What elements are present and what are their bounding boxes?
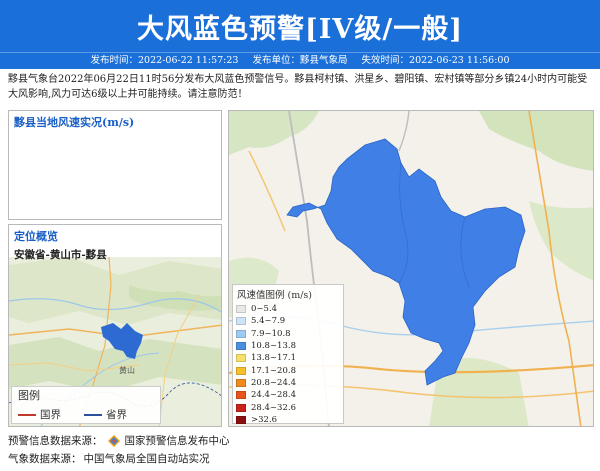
wind-scale-swatch bbox=[236, 354, 246, 363]
wind-scale-swatch bbox=[236, 366, 246, 375]
legend-province-border: 省界 bbox=[84, 407, 127, 422]
weather-source-label: 气象数据来源： bbox=[8, 453, 82, 465]
location-path: 安徽省-黄山市-黟县 bbox=[14, 249, 107, 261]
expire-time-value: 2022-06-23 11:56:00 bbox=[409, 55, 510, 66]
warning-source-row: 预警信息数据来源： 国家预警信息发布中心 bbox=[8, 432, 230, 450]
province-border-line-icon bbox=[84, 413, 102, 416]
wind-scale-item: 7.9~10.8 bbox=[233, 328, 343, 340]
wind-scale-item: 20.8~24.4 bbox=[233, 377, 343, 389]
country-border-label: 国界 bbox=[40, 409, 61, 421]
wind-scale-swatch bbox=[236, 391, 246, 400]
wind-scale-label: 7.9~10.8 bbox=[251, 328, 291, 339]
issue-time-label: 发布时间： bbox=[90, 55, 139, 66]
wind-scale-label: 13.8~17.1 bbox=[251, 353, 296, 364]
expire-time: 失效时间：2022-06-23 11:56:00 bbox=[362, 53, 510, 69]
wind-scale-swatch bbox=[236, 342, 246, 351]
data-sources: 预警信息数据来源： 国家预警信息发布中心 气象数据来源： 中国气象局全国自动站实… bbox=[8, 432, 230, 468]
map-legend-title: 图例 bbox=[18, 389, 40, 402]
wind-speed-panel: 黟县当地风速实况(m/s) bbox=[8, 110, 222, 220]
wind-scale-item: 17.1~20.8 bbox=[233, 364, 343, 376]
expire-time-label: 失效时间： bbox=[361, 55, 410, 66]
weather-source-value: 中国气象局全国自动站实况 bbox=[83, 453, 210, 465]
issuer-value: 黟县气象局 bbox=[300, 55, 348, 66]
wind-scale-item: 28.4~32.6 bbox=[233, 401, 343, 413]
wind-scale-swatch bbox=[236, 329, 246, 338]
wind-scale-item: 0~5.4 bbox=[233, 303, 343, 315]
wind-speed-title: 黟县当地风速实况(m/s) bbox=[14, 116, 135, 129]
issuer-label: 发布单位： bbox=[252, 55, 300, 66]
meta-bar: 发布时间：2022-06-22 11:57:23 发布单位：黟县气象局 失效时间… bbox=[0, 52, 600, 69]
wind-scale-item: 5.4~7.9 bbox=[233, 315, 343, 327]
wind-scale-item: >32.6 bbox=[233, 414, 343, 426]
location-title: 定位概览 bbox=[14, 230, 58, 243]
wind-scale-label: 5.4~7.9 bbox=[251, 316, 286, 327]
wind-scale-label: 28.4~32.6 bbox=[251, 402, 296, 413]
page-title: 大风蓝色预警[IV级/一般] bbox=[137, 13, 463, 45]
location-panel: 黄山 定位概览 安徽省-黄山市-黟县 图例 国界 省界 bbox=[8, 224, 222, 427]
issue-time-value: 2022-06-22 11:57:23 bbox=[138, 55, 239, 66]
warning-description: 黟县气象台2022年06月22日11时56分发布大风蓝色预警信号。黟县柯村镇、洪… bbox=[8, 74, 588, 100]
wind-scale-label: >32.6 bbox=[251, 414, 278, 425]
wind-scale-label: 20.8~24.4 bbox=[251, 377, 296, 388]
wind-scale-item: 13.8~17.1 bbox=[233, 352, 343, 364]
legend-country-border: 国界 bbox=[18, 407, 61, 422]
wind-scale-swatch bbox=[236, 378, 246, 387]
warning-center-logo-icon bbox=[107, 435, 120, 447]
wind-scale-label: 0~5.4 bbox=[251, 304, 278, 315]
wind-scale-swatch bbox=[236, 403, 246, 412]
wind-scale-label: 17.1~20.8 bbox=[251, 365, 296, 376]
country-border-line-icon bbox=[18, 413, 36, 416]
wind-scale-swatch bbox=[236, 305, 246, 314]
location-header: 定位概览 安徽省-黄山市-黟县 bbox=[9, 225, 221, 261]
issue-time: 发布时间：2022-06-22 11:57:23 bbox=[91, 53, 239, 69]
wind-scale-legend: 风速值图例 (m/s) 0~5.4 5.4~7.9 7.9~10.8 10.8~13.… bbox=[232, 284, 344, 426]
warning-source-value: 国家预警信息发布中心 bbox=[124, 435, 230, 447]
wind-scale-label: 24.4~28.4 bbox=[251, 390, 296, 401]
weather-source-row: 气象数据来源： 中国气象局全国自动站实况 bbox=[8, 450, 230, 468]
wind-scale-swatch bbox=[236, 415, 246, 424]
wind-scale-item: 24.4~28.4 bbox=[233, 389, 343, 401]
wind-scale-swatch bbox=[236, 317, 246, 326]
map-legend: 图例 国界 省界 bbox=[11, 386, 161, 424]
wind-scale-item: 10.8~13.8 bbox=[233, 340, 343, 352]
wind-scale-label: 10.8~13.8 bbox=[251, 341, 296, 352]
wind-scale-title: 风速值图例 (m/s) bbox=[237, 290, 313, 301]
province-border-label: 省界 bbox=[106, 409, 127, 421]
map-label-huangshan: 黄山 bbox=[119, 365, 135, 375]
issuer: 发布单位：黟县气象局 bbox=[252, 53, 347, 69]
title-bar: 大风蓝色预警[IV级/一般] bbox=[0, 0, 600, 52]
warning-source-label: 预警信息数据来源： bbox=[8, 435, 103, 447]
